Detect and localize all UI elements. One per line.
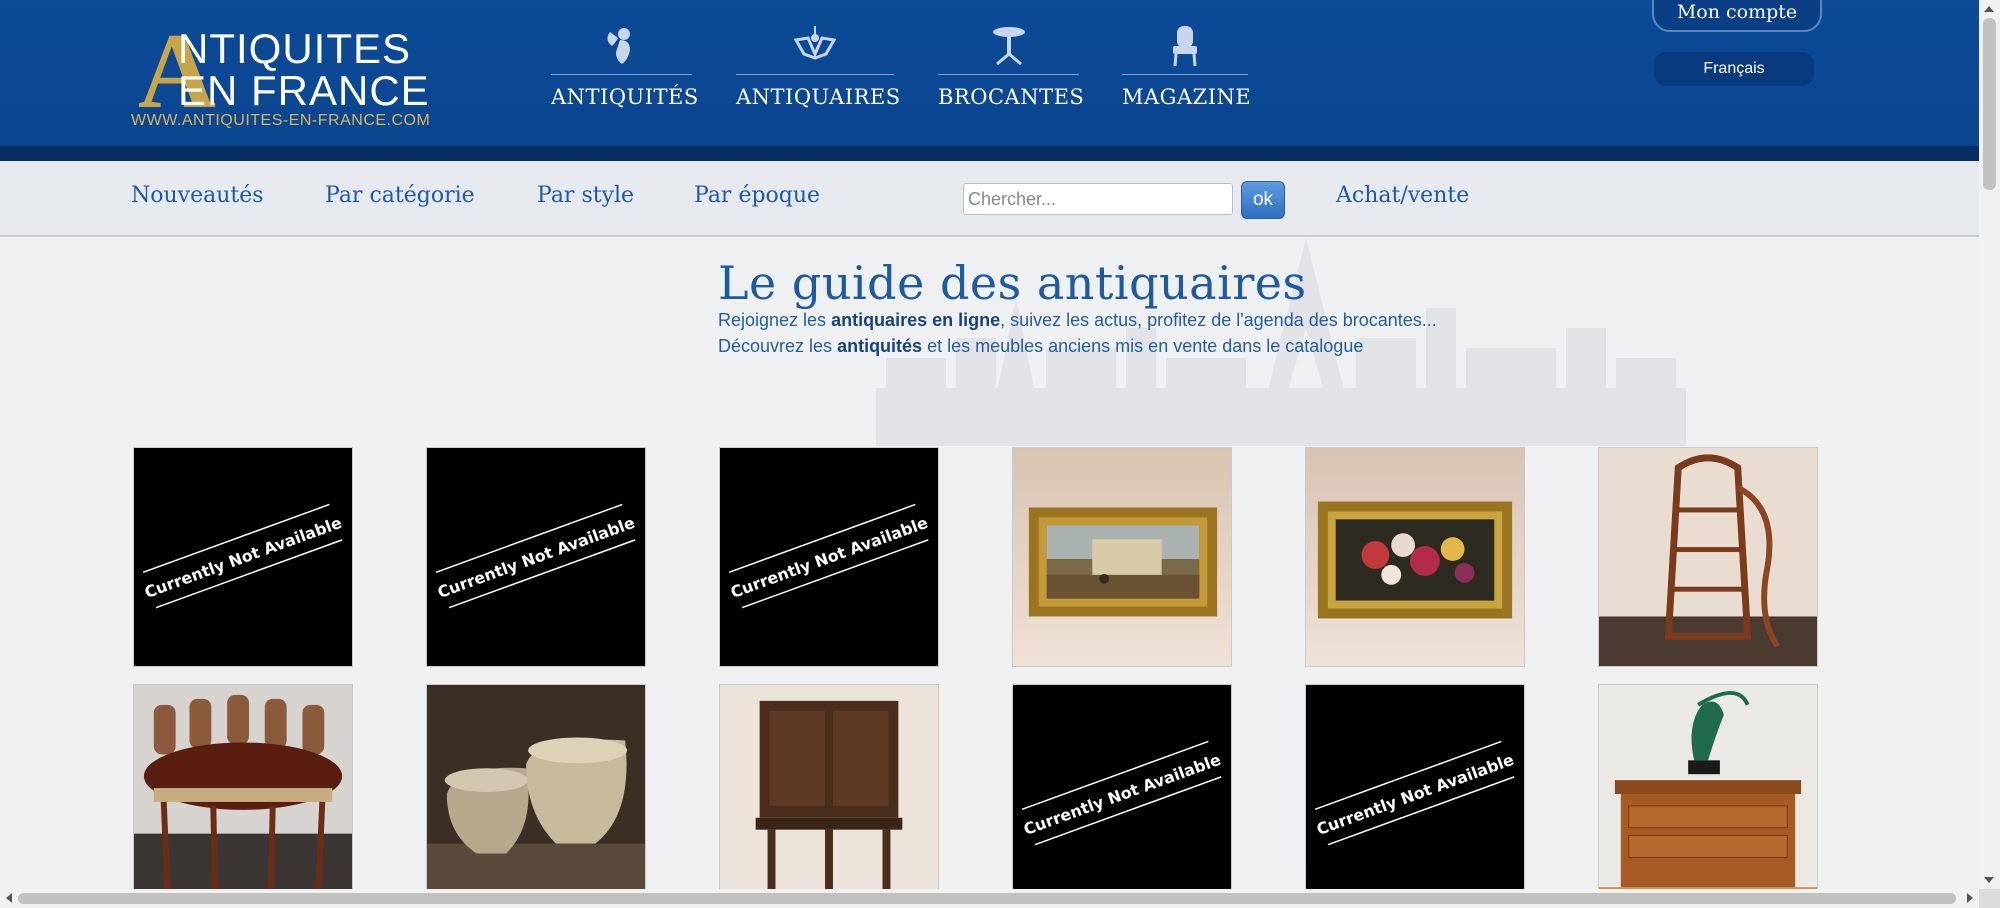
carved-cabinet-image <box>720 685 938 903</box>
product-thumb-6[interactable] <box>1598 447 1818 667</box>
armchair-icon <box>1173 26 1197 67</box>
painting-village-image <box>1013 448 1231 666</box>
logo-url: WWW.ANTIQUITES-EN-FRANCE.COM <box>131 112 431 129</box>
vertical-scroll-thumb[interactable] <box>1983 18 1996 190</box>
language-selector[interactable]: Français <box>1654 52 1814 86</box>
product-thumb-1[interactable]: Currently Not Available <box>133 447 353 667</box>
product-thumb-12[interactable] <box>1598 684 1818 904</box>
scroll-down-icon[interactable] <box>1984 877 1994 883</box>
subnav-par-style[interactable]: Par style <box>537 183 634 208</box>
main-nav-magazine[interactable]: MAGAZINE <box>1122 24 1251 109</box>
scrollbar-corner <box>1979 889 2000 908</box>
subnav-nouveautes[interactable]: Nouveautés <box>131 183 264 208</box>
art-nouveau-etagere-image <box>1599 448 1817 666</box>
search-input[interactable] <box>963 183 1233 215</box>
site-logo[interactable]: A NTIQUITES EN FRANCE WWW.ANTIQUITES-EN-… <box>130 18 435 134</box>
horizontal-scroll-thumb[interactable] <box>18 893 1956 904</box>
scroll-left-icon[interactable] <box>6 893 12 903</box>
horizontal-scrollbar[interactable] <box>0 889 1979 908</box>
subnav-par-categorie[interactable]: Par catégorie <box>325 183 475 208</box>
product-thumb-4[interactable] <box>1012 447 1232 667</box>
main-nav-antiquites[interactable]: ANTIQUITÉS <box>551 24 698 109</box>
unavailable-placeholder: Currently Not Available <box>1306 685 1524 903</box>
product-thumb-10[interactable]: Currently Not Available <box>1012 684 1232 904</box>
logo-line2: EN FRANCE <box>178 67 430 114</box>
scroll-right-icon[interactable] <box>1967 893 1973 903</box>
dancer-bronze-commode-image <box>1599 685 1817 903</box>
account-button[interactable]: Mon compte <box>1652 0 1822 32</box>
sub-nav: Nouveautés Par catégorie Par style Par é… <box>0 161 1979 237</box>
unavailable-placeholder: Currently Not Available <box>427 448 645 666</box>
cherub-icon <box>606 28 630 64</box>
chandelier-icon <box>793 26 837 60</box>
search-submit-button[interactable]: ok <box>1241 181 1285 219</box>
link-antiquaires-en-ligne[interactable]: antiquaires en ligne <box>831 310 1000 330</box>
product-thumb-2[interactable]: Currently Not Available <box>426 447 646 667</box>
gueridon-table-icon <box>992 27 1025 66</box>
product-thumb-11[interactable]: Currently Not Available <box>1305 684 1525 904</box>
subnav-achat-vente[interactable]: Achat/vente <box>1336 183 1469 208</box>
unavailable-placeholder: Currently Not Available <box>1013 685 1231 903</box>
site-header: A NTIQUITES EN FRANCE WWW.ANTIQUITES-EN-… <box>0 0 1979 161</box>
unavailable-placeholder: Currently Not Available <box>720 448 938 666</box>
product-thumb-7[interactable] <box>133 684 353 904</box>
hero-line-2: Découvrez les antiquités et les meubles … <box>718 336 1364 356</box>
stone-urns-image <box>427 685 645 903</box>
product-thumb-9[interactable] <box>719 684 939 904</box>
round-table-image <box>134 685 352 903</box>
product-thumb-8[interactable] <box>426 684 646 904</box>
link-antiquites[interactable]: antiquités <box>837 336 922 356</box>
scroll-up-icon[interactable] <box>1984 6 1994 12</box>
main-nav-antiquaires[interactable]: ANTIQUAIRES <box>736 24 900 109</box>
product-thumb-3[interactable]: Currently Not Available <box>719 447 939 667</box>
vertical-scrollbar[interactable] <box>1979 0 2000 889</box>
page-title: Le guide des antiquaires <box>718 256 1307 310</box>
product-thumb-5[interactable] <box>1305 447 1525 667</box>
main-nav-brocantes[interactable]: BROCANTES <box>938 24 1084 109</box>
subnav-par-epoque[interactable]: Par époque <box>694 183 820 208</box>
unavailable-placeholder: Currently Not Available <box>134 448 352 666</box>
logo-line1: NTIQUITES <box>178 25 412 72</box>
hero-line-1: Rejoignez les antiquaires en ligne, suiv… <box>718 310 1437 330</box>
painting-flowers-image <box>1306 448 1524 666</box>
